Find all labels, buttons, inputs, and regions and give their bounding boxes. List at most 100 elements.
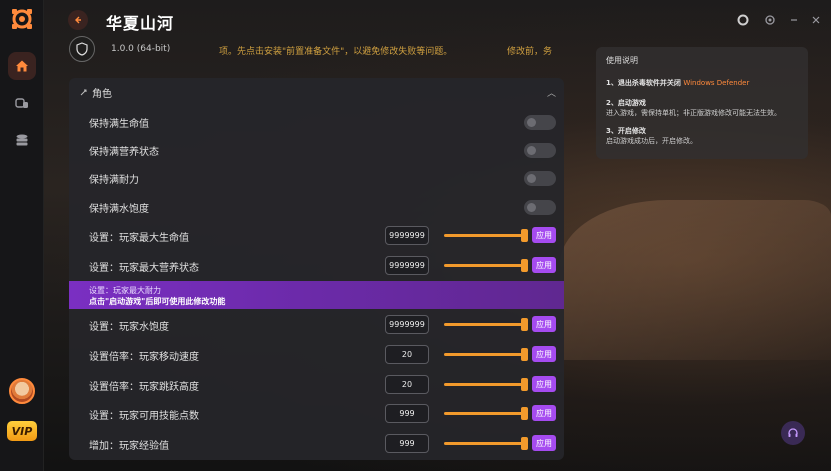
toggle-label: 保持满生命值 [89,119,149,130]
collapse-chevron-icon[interactable]: ︿ [547,86,556,99]
value-slider-track[interactable] [444,383,525,386]
apply-button[interactable]: 应用 [532,257,556,273]
toggle-row: 保持满水饱度 [69,192,564,222]
locked-feature-notice: 点击"启动游戏"后即可使用此修改功能 [89,297,226,306]
value-input[interactable]: 999 [385,434,429,453]
value-input[interactable]: 9999999 [385,256,429,275]
value-label: 设置：玩家水饱度 [89,322,169,333]
sidebar-item-games[interactable] [8,89,36,117]
value-row: 设置：玩家可用技能点数 999 应用 [69,399,564,429]
toggle-switch[interactable] [524,200,556,215]
back-arrow-icon [75,16,81,24]
value-label: 增加：玩家经验值 [89,441,169,452]
value-row: 增加：玩家经验值 999 应用 [69,429,564,459]
headset-icon [788,428,798,437]
sidebar: VIP [0,0,44,471]
value-row: 设置：玩家水饱度 9999999 应用 [69,310,564,340]
value-input[interactable]: 9999999 [385,315,429,334]
guide-step-1-title: 1、退出杀毒软件并关闭 [606,79,681,87]
value-label: 设置：玩家最大营养状态 [89,263,199,274]
value-slider-track[interactable] [444,442,525,445]
value-row: 设置：玩家最大营养状态 9999999 应用 [69,251,564,281]
value-slider-track[interactable] [444,353,525,356]
apply-button[interactable]: 应用 [532,316,556,332]
app-logo-icon [12,9,32,29]
value-input[interactable]: 20 [385,375,429,394]
section-title: 角色 [92,88,112,100]
value-label: 设置：玩家最大生命值 [89,233,189,244]
guide-step-1-highlight: Windows Defender [683,79,750,87]
character-panel: 角色 ︿ 保持满生命值 保持满营养状态 保持满耐力 保持满水饱度 设置：玩家最大… [69,78,564,460]
title-bar: 华夏山河 [44,0,831,42]
section-header[interactable]: 角色 ︿ [69,78,564,106]
warning-text-tail: 修改前，务 [507,47,553,57]
refresh-button[interactable] [762,12,778,28]
value-slider-handle[interactable] [521,259,528,272]
power-ring-icon [737,14,749,26]
value-slider-track[interactable] [444,264,525,267]
page-title: 华夏山河 [106,14,175,33]
close-icon [812,16,820,24]
value-input[interactable]: 9999999 [385,226,429,245]
guide-step-2-title: 2、启动游戏 [606,99,646,107]
value-slider-track[interactable] [444,412,525,415]
locked-feature-label: 设置：玩家最大耐力 [89,286,161,295]
value-row: 设置倍率：玩家跳跃高度 20 应用 [69,370,564,400]
refresh-icon [765,15,775,25]
toggle-switch[interactable] [524,171,556,186]
version-label: 1.0.0 (64-bit) [111,44,171,54]
value-row: 设置倍率：玩家移动速度 20 应用 [69,340,564,370]
database-icon [16,134,28,146]
gamepad-icon [15,98,28,108]
apply-button[interactable]: 应用 [532,376,556,392]
support-button[interactable] [781,421,805,445]
info-strip: 1.0.0 (64-bit) 项。先点击安装"前置准备文件"，以避免修改失败等问… [69,36,563,62]
guide-step-1: 1、退出杀毒软件并关闭 Windows Defender [606,78,798,88]
value-label: 设置：玩家可用技能点数 [89,411,199,422]
value-slider-handle[interactable] [521,407,528,420]
apply-button[interactable]: 应用 [532,435,556,451]
background-terrain [560,200,831,360]
toggle-label: 保持满耐力 [89,175,139,186]
value-slider-handle[interactable] [521,229,528,242]
value-label: 设置倍率：玩家跳跃高度 [89,382,199,393]
apply-button[interactable]: 应用 [532,346,556,362]
value-slider-track[interactable] [444,323,525,326]
value-row: 设置：玩家最大生命值 9999999 应用 [69,221,564,251]
guide-title: 使用说明 [606,56,638,65]
toggle-switch[interactable] [524,143,556,158]
toggle-switch[interactable] [524,115,556,130]
home-icon [16,60,28,72]
value-slider-handle[interactable] [521,437,528,450]
toggle-row: 保持满生命值 [69,107,564,137]
locked-feature-row: 设置：玩家最大耐力 点击"启动游戏"后即可使用此修改功能 [69,281,564,309]
apply-button[interactable]: 应用 [532,405,556,421]
user-avatar[interactable] [9,378,35,404]
value-slider-track[interactable] [444,234,525,237]
apply-button[interactable]: 应用 [532,227,556,243]
value-slider-handle[interactable] [521,348,528,361]
toggle-row: 保持满营养状态 [69,135,564,165]
warning-text: 项。先点击安装"前置准备文件"，以避免修改失败等问题。 [219,47,453,57]
guide-step-3-title: 3、开启修改 [606,127,646,135]
sidebar-item-storage[interactable] [8,126,36,154]
settings-button[interactable] [735,12,751,28]
back-button[interactable] [68,10,88,30]
shield-icon [69,36,95,62]
guide-step-3-desc: 启动游戏成功后，开启修改。 [606,137,697,145]
value-slider-handle[interactable] [521,378,528,391]
value-slider-handle[interactable] [521,318,528,331]
value-input[interactable]: 999 [385,404,429,423]
guide-step-2-desc: 进入游戏，需保持单机；非正版游戏修改可能无法生效。 [606,109,781,117]
sidebar-item-home[interactable] [8,52,36,80]
minimize-button[interactable] [786,12,802,28]
value-label: 设置倍率：玩家移动速度 [89,352,199,363]
vip-badge[interactable]: VIP [7,421,37,441]
toggle-label: 保持满营养状态 [89,147,159,158]
minimize-icon [791,19,797,21]
value-input[interactable]: 20 [385,345,429,364]
character-icon [80,89,87,95]
toggle-row: 保持满耐力 [69,163,564,193]
close-button[interactable] [808,12,824,28]
usage-guide-card: 使用说明 1、退出杀毒软件并关闭 Windows Defender 2、启动游戏… [596,47,808,159]
